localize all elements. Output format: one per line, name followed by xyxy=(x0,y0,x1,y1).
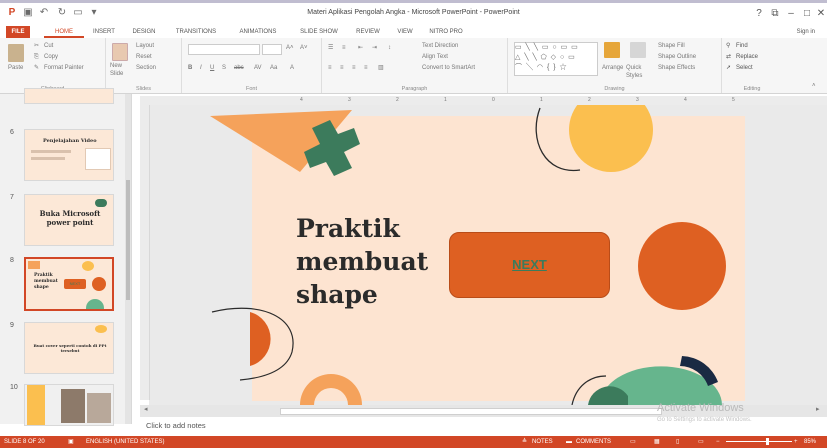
comments-icon[interactable]: ▬ xyxy=(566,437,572,447)
next-button-shape[interactable]: NEXT xyxy=(449,232,610,298)
scroll-right-icon[interactable]: ▸ xyxy=(816,405,820,413)
activate-windows-hint: Go to Settings to activate Windows. xyxy=(657,417,752,423)
zoom-slider[interactable] xyxy=(726,438,792,445)
notes-button[interactable]: NOTES xyxy=(532,437,553,447)
zoom-in-icon[interactable]: + xyxy=(794,437,798,447)
slideshow-view-icon[interactable]: ▭ xyxy=(698,437,704,447)
yellow-circle-shape[interactable] xyxy=(569,88,653,172)
orange-half-circle-shape[interactable] xyxy=(250,312,271,366)
reading-view-icon[interactable]: ▯ xyxy=(676,437,679,447)
notes-icon[interactable]: ≜ xyxy=(522,437,527,447)
slide-title-text[interactable]: Praktik membuat shape xyxy=(296,212,446,311)
notes-placeholder[interactable]: Click to add notes xyxy=(146,421,206,430)
activate-windows-watermark: Activate Windows xyxy=(657,402,744,414)
zoom-level[interactable]: 85% xyxy=(804,437,816,447)
horizontal-scroll-thumb[interactable] xyxy=(280,408,662,415)
scroll-left-icon[interactable]: ◂ xyxy=(144,405,148,413)
orange-circle-shape[interactable] xyxy=(638,222,726,310)
next-button-label: NEXT xyxy=(512,257,547,272)
light-orange-arch-shape[interactable] xyxy=(300,374,362,405)
spellcheck-icon[interactable]: ▣ xyxy=(68,437,74,447)
language-indicator[interactable]: ENGLISH (UNITED STATES) xyxy=(86,437,164,447)
normal-view-icon[interactable]: ▭ xyxy=(630,437,636,447)
green-cross-shape[interactable] xyxy=(304,120,360,176)
comments-button[interactable]: COMMENTS xyxy=(576,437,611,447)
slide-counter: SLIDE 8 OF 20 xyxy=(4,439,45,445)
status-bar: SLIDE 8 OF 20 ▣ ENGLISH (UNITED STATES) … xyxy=(0,436,827,448)
zoom-slider-thumb[interactable] xyxy=(766,438,769,445)
slide-sorter-icon[interactable]: ▦ xyxy=(654,437,660,447)
zoom-out-icon[interactable]: − xyxy=(716,437,720,447)
